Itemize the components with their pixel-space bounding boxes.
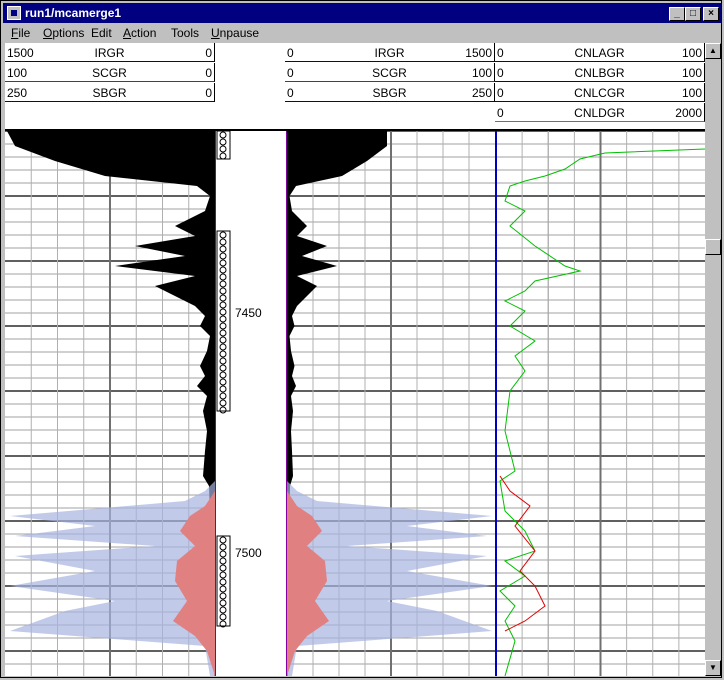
track-name: CNLBGR [574,66,625,80]
track-max: 250 [471,86,492,100]
far-track-cnlagr[interactable]: 0 CNLAGR 100 [495,43,705,62]
depth-label: 7450 [235,306,262,320]
depth-label: 7500 [235,546,262,560]
track-max: 100 [681,66,702,80]
track-name: SBGR [92,86,127,100]
app-icon[interactable] [7,6,21,20]
maximize-button[interactable]: □ [685,7,701,21]
menu-file[interactable]: File [11,26,30,40]
track-header: 1500 IRGR 0 100 SCGR 0 250 SBGR 0 0 IRGR 1500 0 SCGR 1… [5,43,705,131]
scroll-up-button[interactable]: ▲ [705,43,721,59]
minimize-icon: _ [674,8,680,19]
track-name: CNLAGR [574,46,625,60]
track-name: IRGR [374,46,405,60]
menu-unpause[interactable]: Unpause [211,26,259,40]
track-max: 0 [205,86,212,100]
left-track-scgr[interactable]: 100 SCGR 0 [5,63,215,82]
track-max: 0 [205,46,212,60]
app-window: run1/mcamerge1 _ □ × File Options Edit Acti… [0,0,722,678]
log-plot-svg: 7450 7500 [5,131,705,676]
close-icon: × [708,8,714,19]
right-track-sbgr[interactable]: 0 SBGR 250 [285,83,495,102]
track-name: SCGR [92,66,127,80]
maximize-icon: □ [689,8,697,19]
track-max: 100 [471,66,492,80]
menu-options[interactable]: Options [43,26,84,40]
window-title: run1/mcamerge1 [25,6,122,20]
up-arrow-icon: ▲ [709,46,717,55]
menu-edit[interactable]: Edit [91,26,112,40]
track-max: 2000 [675,106,702,120]
right-track-scgr[interactable]: 0 SCGR 100 [285,63,495,82]
track-name: SBGR [372,86,407,100]
far-track-cnlbgr[interactable]: 0 CNLBGR 100 [495,63,705,82]
scroll-thumb[interactable] [705,239,721,255]
menu-action[interactable]: Action [123,26,156,40]
menu-tools[interactable]: Tools [171,26,199,40]
left-track-irgr[interactable]: 1500 IRGR 0 [5,43,215,62]
cnldgr-curve [499,148,705,676]
track-name: IRGR [94,46,125,60]
track-name: CNLDGR [574,106,625,120]
core-marker [216,230,231,412]
menu-bar: File Options Edit Action Tools Unpause [3,24,721,42]
scroll-down-button[interactable]: ▼ [705,660,721,676]
title-bar[interactable]: run1/mcamerge1 _ □ × [3,3,721,23]
left-track-sbgr[interactable]: 250 SBGR 0 [5,83,215,102]
track-max: 100 [681,86,702,100]
far-track-cnlcgr[interactable]: 0 CNLCGR 100 [495,83,705,102]
right-track-irgr[interactable]: 0 IRGR 1500 [285,43,495,62]
down-arrow-icon: ▼ [709,663,717,672]
vertical-scrollbar[interactable]: ▲ ▼ [705,43,721,676]
track-max: 1500 [465,46,492,60]
close-button[interactable]: × [703,7,719,21]
log-plot[interactable]: 7450 7500 [5,131,705,676]
track-name: CNLCGR [574,86,625,100]
track-name: SCGR [372,66,407,80]
track-max: 100 [681,46,702,60]
far-track-cnldgr[interactable]: 0 CNLDGR 2000 [495,103,705,122]
minimize-button[interactable]: _ [669,7,685,21]
track-max: 0 [205,66,212,80]
